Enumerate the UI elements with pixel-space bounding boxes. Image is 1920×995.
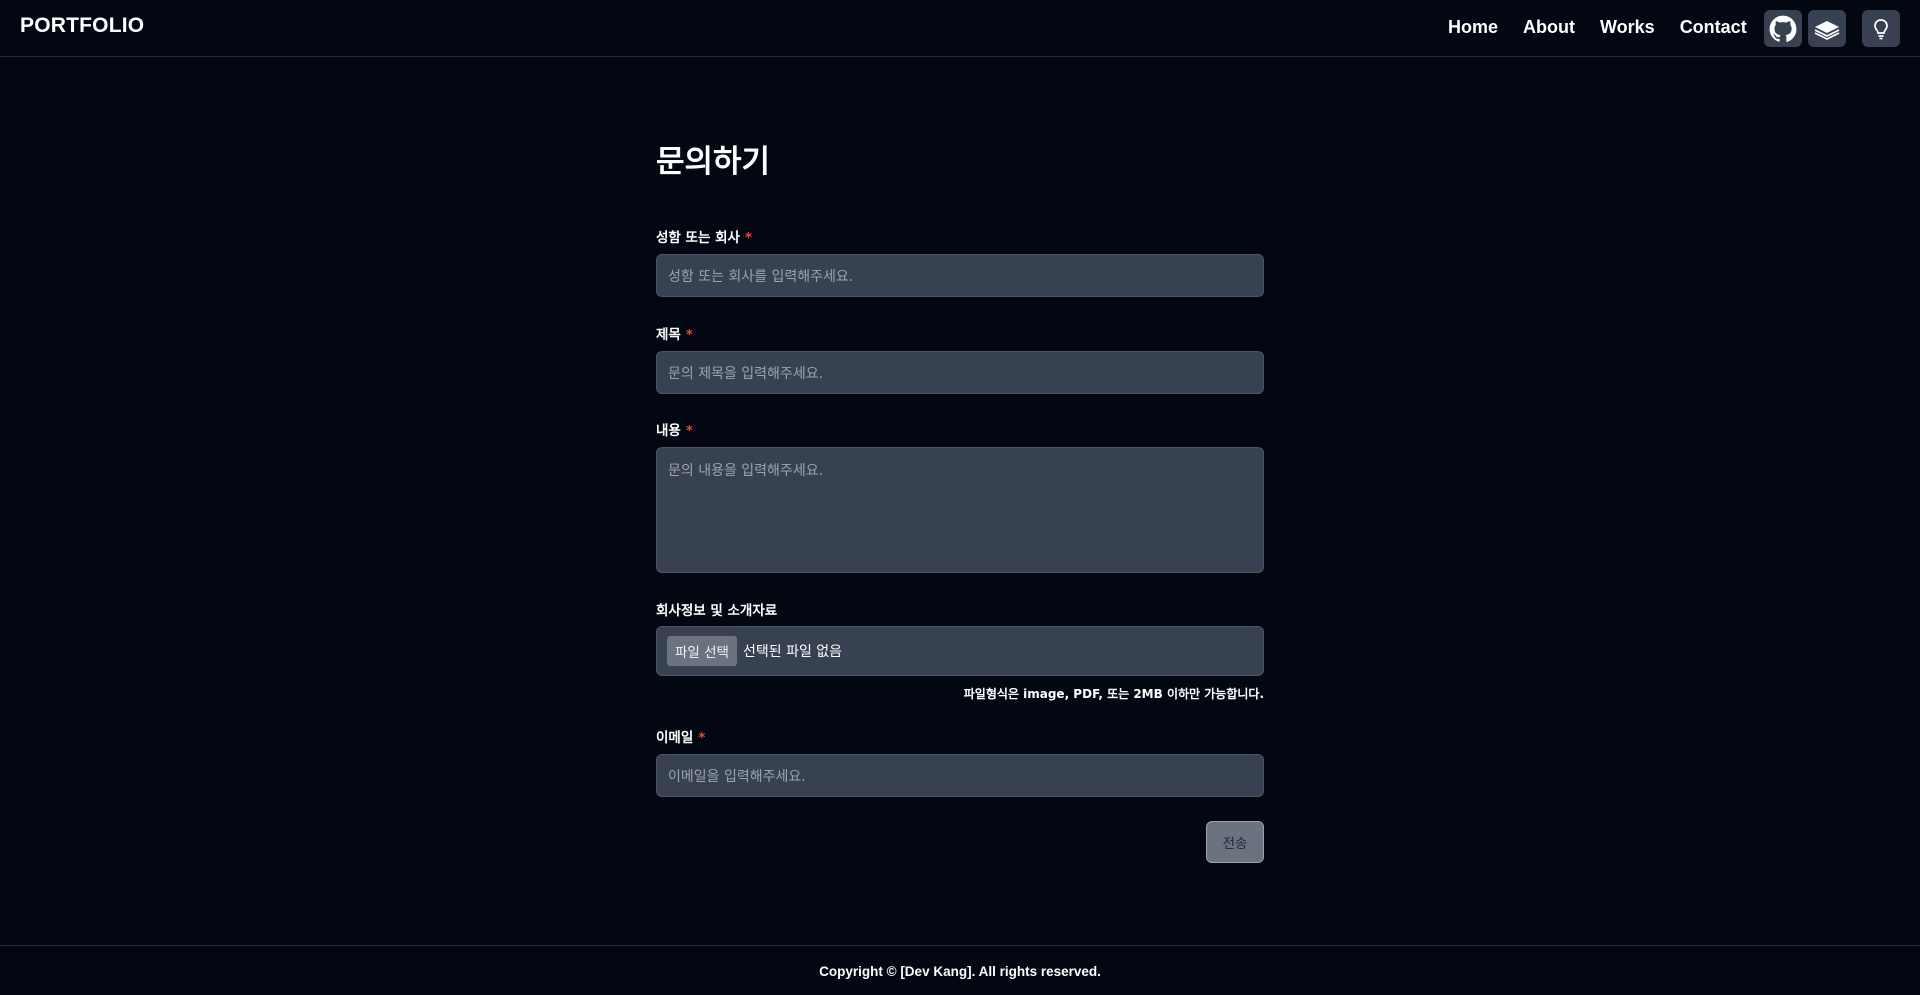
site-footer: Copyright © [Dev Kang]. All rights reser… — [0, 945, 1920, 995]
github-icon — [1769, 15, 1797, 42]
github-button[interactable] — [1764, 10, 1802, 47]
content-label: 내용 * — [656, 423, 693, 439]
subject-label: 제목 * — [656, 327, 693, 343]
email-placeholder: 이메일을 입력해주세요. — [668, 768, 806, 785]
copyright-text: Copyright © [Dev Kang]. All rights reser… — [819, 964, 1101, 979]
name-label: 성함 또는 회사 * — [656, 230, 752, 246]
site-logo[interactable]: PORTFOLIO — [20, 14, 144, 38]
submit-button[interactable]: 전송 — [1206, 821, 1264, 863]
email-input[interactable]: 이메일을 입력해주세요. — [656, 754, 1264, 797]
name-placeholder: 성함 또는 회사를 입력해주세요. — [668, 268, 854, 285]
required-mark: * — [698, 730, 706, 746]
subject-placeholder: 문의 제목을 입력해주세요. — [668, 365, 824, 382]
file-hint: 파일형식은 image, PDF, 또는 2MB 이하만 가능합니다. — [963, 687, 1264, 701]
required-mark: * — [744, 230, 752, 246]
nav-about[interactable]: About — [1523, 17, 1575, 38]
nav-contact[interactable]: Contact — [1680, 17, 1747, 38]
file-select-button[interactable]: 파일 선택 — [667, 636, 737, 666]
main-nav: Home About Works Contact — [1448, 17, 1772, 38]
required-mark: * — [685, 423, 693, 439]
theme-toggle-button[interactable] — [1862, 10, 1900, 47]
site-header: PORTFOLIO Home About Works Contact — [0, 0, 1920, 57]
file-status: 선택된 파일 없음 — [742, 644, 843, 660]
page-title: 문의하기 — [656, 144, 771, 180]
lightbulb-icon — [1874, 18, 1888, 39]
file-input[interactable]: 파일 선택 선택된 파일 없음 — [656, 626, 1264, 676]
required-mark: * — [685, 327, 693, 343]
nav-home[interactable]: Home — [1448, 17, 1498, 38]
name-input[interactable]: 성함 또는 회사를 입력해주세요. — [656, 254, 1264, 297]
content-textarea[interactable]: 문의 내용을 입력해주세요. — [656, 447, 1264, 573]
subject-input[interactable]: 문의 제목을 입력해주세요. — [656, 351, 1264, 394]
file-label: 회사정보 및 소개자료 — [656, 603, 778, 619]
blog-button[interactable] — [1808, 10, 1846, 47]
content-placeholder: 문의 내용을 입력해주세요. — [668, 463, 824, 479]
nav-works[interactable]: Works — [1600, 17, 1655, 38]
books-icon — [1814, 20, 1840, 40]
email-label: 이메일 * — [656, 730, 706, 746]
